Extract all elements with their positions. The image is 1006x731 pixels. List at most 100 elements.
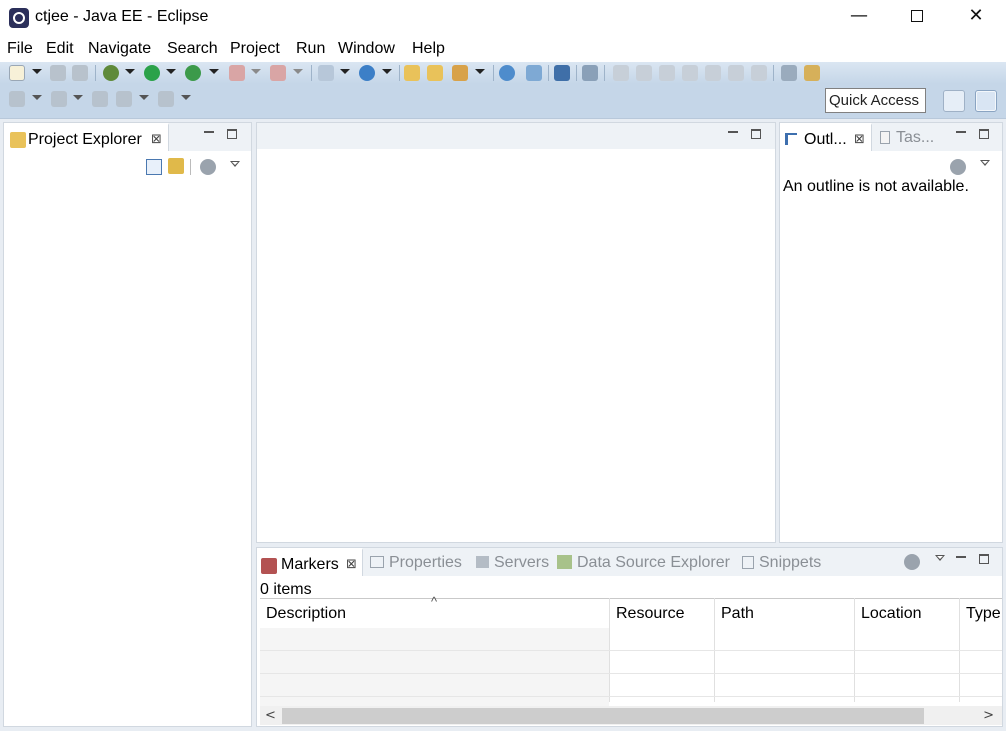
new-server-dropdown-icon[interactable] bbox=[340, 69, 350, 74]
external-tools-dropdown-icon[interactable] bbox=[293, 69, 303, 74]
use-step-filters-icon[interactable] bbox=[781, 65, 797, 81]
open-perspective-icon[interactable] bbox=[943, 90, 965, 112]
maximize-markers-icon[interactable] bbox=[979, 554, 989, 564]
column-path[interactable]: Path bbox=[721, 605, 754, 623]
menu-file[interactable]: File bbox=[7, 40, 33, 58]
terminate-icon[interactable] bbox=[659, 65, 675, 81]
java-ee-perspective-icon[interactable] bbox=[975, 90, 997, 112]
sort-indicator-icon: ^ bbox=[431, 594, 438, 609]
minimize-button[interactable]: — bbox=[830, 0, 888, 34]
view-menu-icon[interactable] bbox=[230, 161, 240, 167]
run-icon[interactable] bbox=[144, 65, 160, 81]
run-dropdown-icon[interactable] bbox=[166, 69, 176, 74]
close-project-explorer-icon[interactable]: ⊠ bbox=[151, 132, 162, 147]
maximize-outline-icon[interactable] bbox=[979, 129, 989, 139]
maximize-editor-icon[interactable] bbox=[751, 129, 761, 139]
close-button[interactable]: ✕ bbox=[947, 0, 1005, 34]
project-explorer-tabstrip: Project Explorer ⊠ bbox=[4, 123, 251, 151]
scroll-right-icon[interactable]: > bbox=[983, 706, 994, 725]
tab-outline[interactable]: Outl... ⊠ bbox=[780, 123, 872, 151]
back-icon[interactable] bbox=[116, 91, 132, 107]
skip-breakpoints-icon[interactable] bbox=[582, 65, 598, 81]
tab-project-explorer[interactable]: Project Explorer ⊠ bbox=[4, 123, 169, 151]
minimize-markers-icon[interactable] bbox=[956, 556, 966, 558]
console-icon[interactable] bbox=[554, 65, 570, 81]
back-dropdown-icon[interactable] bbox=[139, 95, 149, 100]
tab-snippets[interactable]: Snippets bbox=[759, 554, 821, 572]
search-icon[interactable] bbox=[452, 65, 468, 81]
menu-search[interactable]: Search bbox=[167, 40, 218, 58]
focus-icon[interactable] bbox=[904, 554, 920, 570]
next-annotation-icon[interactable] bbox=[9, 91, 25, 107]
menu-edit[interactable]: Edit bbox=[46, 40, 74, 58]
launch-icon[interactable] bbox=[526, 65, 542, 81]
quick-access-input[interactable]: Quick Access bbox=[825, 88, 926, 113]
step-over-icon[interactable] bbox=[728, 65, 744, 81]
debug-dropdown-icon[interactable] bbox=[125, 69, 135, 74]
horizontal-scrollbar[interactable]: < > bbox=[260, 706, 1002, 725]
minimize-editor-icon[interactable] bbox=[728, 131, 738, 133]
drop-to-frame-icon[interactable] bbox=[804, 65, 820, 81]
outline-view-menu-icon[interactable] bbox=[980, 160, 990, 166]
external-tools-icon[interactable] bbox=[270, 65, 286, 81]
new-package-icon[interactable] bbox=[359, 65, 375, 81]
previous-annotation-icon[interactable] bbox=[51, 91, 67, 107]
disconnect-icon[interactable] bbox=[682, 65, 698, 81]
step-into-icon[interactable] bbox=[705, 65, 721, 81]
next-annotation-dropdown-icon[interactable] bbox=[32, 95, 42, 100]
new-package-dropdown-icon[interactable] bbox=[382, 69, 392, 74]
maximize-project-explorer-icon[interactable] bbox=[227, 129, 237, 139]
previous-annotation-dropdown-icon[interactable] bbox=[73, 95, 83, 100]
menu-run[interactable]: Run bbox=[296, 40, 325, 58]
close-outline-icon[interactable]: ⊠ bbox=[854, 132, 865, 147]
tab-servers[interactable]: Servers bbox=[494, 554, 549, 572]
suspend-icon[interactable] bbox=[636, 65, 652, 81]
step-return-icon[interactable] bbox=[751, 65, 767, 81]
menu-project[interactable]: Project bbox=[230, 40, 280, 58]
forward-dropdown-icon[interactable] bbox=[181, 95, 191, 100]
scroll-thumb[interactable] bbox=[282, 708, 924, 724]
tab-properties[interactable]: Properties bbox=[389, 554, 462, 572]
tab-task-list[interactable]: Tas... bbox=[896, 129, 934, 147]
run-server-icon[interactable] bbox=[185, 65, 201, 81]
scroll-left-icon[interactable]: < bbox=[265, 706, 276, 725]
minimize-project-explorer-icon[interactable] bbox=[204, 131, 214, 133]
tab-markers[interactable]: Markers ⊠ bbox=[257, 548, 363, 576]
minimize-outline-icon[interactable] bbox=[956, 131, 966, 133]
new-dropdown-icon[interactable] bbox=[32, 69, 42, 74]
project-explorer-tab-label: Project Explorer bbox=[28, 131, 142, 148]
column-description[interactable]: Description bbox=[266, 605, 346, 623]
menu-window[interactable]: Window bbox=[338, 40, 395, 58]
stop-icon[interactable] bbox=[229, 65, 245, 81]
new-icon[interactable] bbox=[9, 65, 25, 81]
resume-icon[interactable] bbox=[613, 65, 629, 81]
column-location[interactable]: Location bbox=[861, 605, 922, 623]
new-server-icon[interactable] bbox=[318, 65, 334, 81]
markers-view-menu-icon[interactable] bbox=[935, 555, 945, 561]
column-type[interactable]: Type bbox=[966, 605, 1001, 623]
save-icon[interactable] bbox=[50, 65, 66, 81]
last-edit-location-icon[interactable] bbox=[92, 91, 108, 107]
outline-message: An outline is not available. bbox=[783, 178, 969, 195]
menu-navigate[interactable]: Navigate bbox=[88, 40, 151, 58]
outline-tab-label: Outl... bbox=[804, 131, 847, 148]
tab-data-source-explorer[interactable]: Data Source Explorer bbox=[577, 554, 730, 572]
column-resource[interactable]: Resource bbox=[616, 605, 684, 623]
focus-icon[interactable] bbox=[950, 159, 966, 175]
close-markers-icon[interactable]: ⊠ bbox=[346, 557, 357, 572]
menu-help[interactable]: Help bbox=[412, 40, 445, 58]
maximize-button[interactable] bbox=[888, 0, 946, 34]
link-with-editor-icon[interactable] bbox=[168, 158, 184, 174]
collapse-all-icon[interactable] bbox=[146, 159, 162, 175]
open-resource-icon[interactable] bbox=[427, 65, 443, 81]
forward-icon[interactable] bbox=[158, 91, 174, 107]
table-row bbox=[260, 673, 1002, 674]
stop-dropdown-icon[interactable] bbox=[251, 69, 261, 74]
debug-icon[interactable] bbox=[103, 65, 119, 81]
open-type-icon[interactable] bbox=[404, 65, 420, 81]
focus-icon[interactable] bbox=[200, 159, 216, 175]
web-browser-icon[interactable] bbox=[499, 65, 515, 81]
search-dropdown-icon[interactable] bbox=[475, 69, 485, 74]
run-server-dropdown-icon[interactable] bbox=[209, 69, 219, 74]
save-all-icon[interactable] bbox=[72, 65, 88, 81]
